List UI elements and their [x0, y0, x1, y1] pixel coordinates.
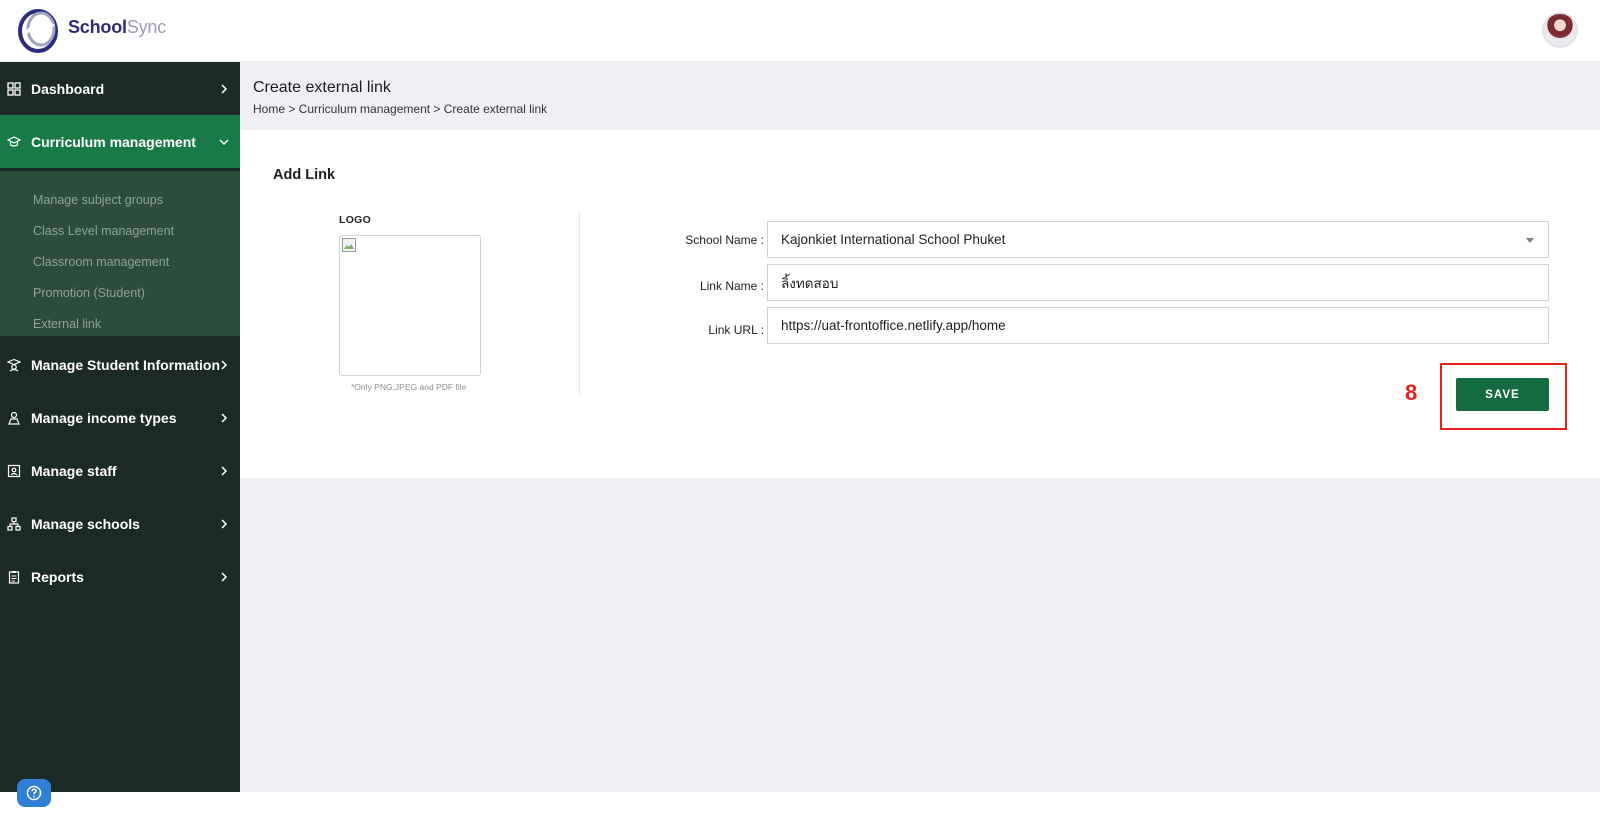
- submenu-item-classroom-management[interactable]: Classroom management: [33, 255, 169, 269]
- help-button[interactable]: [17, 779, 51, 807]
- sidebar: Dashboard Curriculum management Manage s…: [0, 62, 240, 792]
- dashboard-grid-icon: [7, 82, 21, 96]
- sidebar-item-manage-student-information[interactable]: Manage Student Information: [0, 338, 240, 391]
- link-name-input[interactable]: ลิ้งทดสอบ: [767, 264, 1549, 301]
- save-button[interactable]: SAVE: [1456, 378, 1549, 411]
- logo-label: LOGO: [339, 214, 372, 226]
- chevron-down-icon: [219, 139, 229, 146]
- submenu-item-class-level-management[interactable]: Class Level management: [33, 224, 174, 238]
- sidebar-item-label: Manage staff: [31, 462, 117, 479]
- chevron-right-icon: [221, 572, 228, 582]
- school-name-label: School Name :: [685, 233, 764, 247]
- school-name-select[interactable]: Kajonkiet International School Phuket: [767, 221, 1549, 258]
- sidebar-item-label: Manage income types: [31, 409, 177, 426]
- link-url-value: https://uat-frontoffice.netlify.app/home: [781, 318, 1006, 333]
- bottom-strip: [0, 792, 1600, 822]
- link-url-input[interactable]: https://uat-frontoffice.netlify.app/home: [767, 307, 1549, 344]
- link-name-label: Link Name :: [699, 279, 764, 293]
- school-network-icon: [7, 517, 21, 531]
- link-name-value: ลิ้งทดสอบ: [781, 275, 839, 291]
- sidebar-item-label: Curriculum management: [31, 133, 196, 150]
- submenu-item-external-link[interactable]: External link: [33, 317, 101, 331]
- income-icon: [8, 411, 20, 425]
- user-avatar[interactable]: [1542, 12, 1578, 48]
- sidebar-item-manage-staff[interactable]: Manage staff: [0, 444, 240, 497]
- dropdown-caret-icon: [1526, 238, 1534, 243]
- sidebar-item-curriculum-management[interactable]: Curriculum management: [0, 115, 240, 168]
- submenu-item-promotion-student[interactable]: Promotion (Student): [33, 286, 145, 300]
- submenu-item-manage-subject-groups[interactable]: Manage subject groups: [33, 193, 163, 207]
- chevron-right-icon: [221, 519, 228, 529]
- schoolsync-logo-icon[interactable]: [16, 6, 60, 54]
- sidebar-item-label: Reports: [31, 568, 84, 585]
- brand-name: SchoolSync: [68, 17, 166, 38]
- sidebar-item-manage-income-types[interactable]: Manage income types: [0, 391, 240, 444]
- card-title: Add Link: [273, 167, 336, 183]
- top-bar: SchoolSync: [0, 0, 1600, 62]
- chevron-right-icon: [221, 84, 228, 94]
- logo-upload-box[interactable]: [339, 235, 481, 376]
- breadcrumb: Home > Curriculum management > Create ex…: [253, 102, 548, 116]
- brand-part-school: School: [68, 17, 127, 37]
- sidebar-item-label: Dashboard: [31, 80, 105, 97]
- broken-image-icon: [342, 238, 356, 252]
- link-url-label: Link URL :: [708, 323, 764, 337]
- sidebar-item-label: Manage schools: [31, 515, 140, 532]
- student-icon: [7, 358, 21, 372]
- staff-icon: [7, 464, 21, 478]
- sidebar-item-label: Manage Student Information: [31, 356, 220, 373]
- logo-file-type-note: *Only PNG,JPEG and PDF file: [351, 382, 467, 392]
- form-divider: [579, 211, 580, 395]
- clipboard-icon: [8, 571, 20, 584]
- brand-part-sync: Sync: [126, 17, 167, 37]
- chevron-right-icon: [221, 360, 228, 370]
- school-name-value: Kajonkiet International School Phuket: [781, 232, 1006, 247]
- help-question-icon: [26, 785, 42, 801]
- chevron-right-icon: [221, 466, 228, 476]
- chevron-right-icon: [221, 413, 228, 423]
- sidebar-item-manage-schools[interactable]: Manage schools: [0, 497, 240, 550]
- page-title: Create external link: [253, 79, 391, 96]
- step-annotation-number: 8: [1405, 380, 1418, 405]
- sidebar-item-dashboard[interactable]: Dashboard: [0, 62, 240, 115]
- sidebar-item-reports[interactable]: Reports: [0, 550, 240, 603]
- curriculum-submenu: Manage subject groups Class Level manage…: [0, 171, 240, 336]
- graduation-cap-icon: [7, 136, 21, 147]
